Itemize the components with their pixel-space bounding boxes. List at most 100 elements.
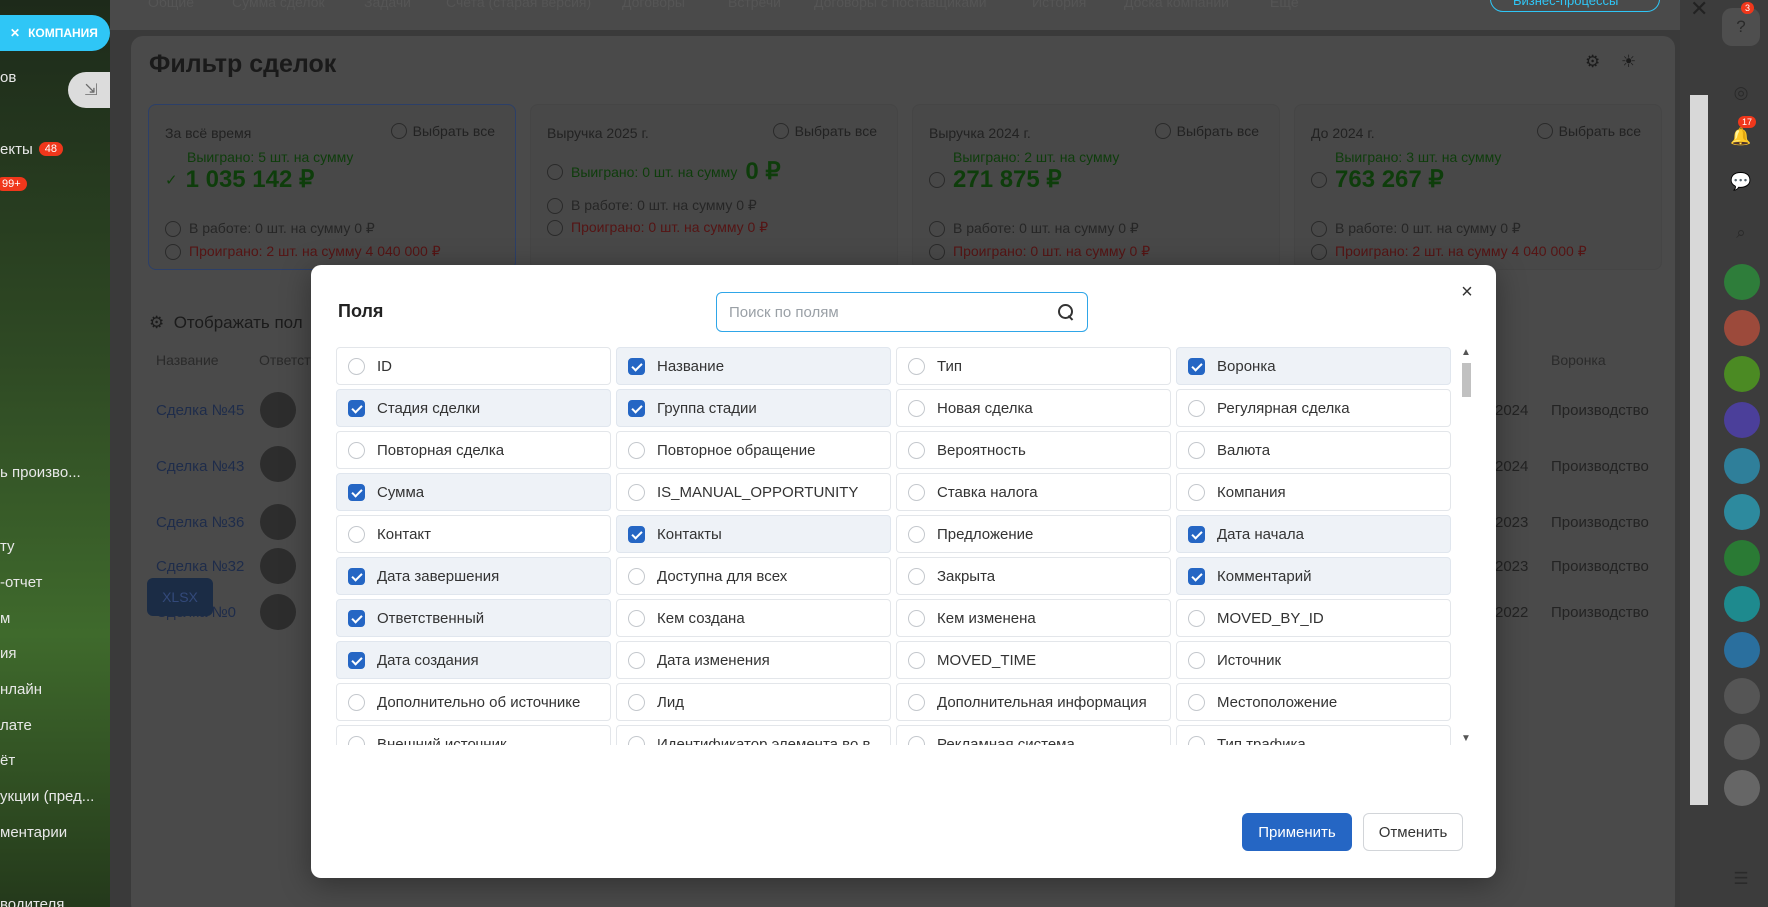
tab[interactable]: Доска компании <box>1124 0 1229 10</box>
stream-icon[interactable]: ◎ <box>1722 74 1760 112</box>
field-search[interactable] <box>716 292 1088 332</box>
menu-item[interactable]: ь произво... <box>0 464 81 481</box>
stat-card[interactable]: Выручка 2025 г. Выбрать все Выиграно: 0 … <box>530 104 898 270</box>
checkbox-icon[interactable] <box>908 483 925 501</box>
tab[interactable]: Сумма сделок <box>232 0 325 10</box>
checkbox-icon[interactable] <box>908 357 925 375</box>
checkbox-checked-icon[interactable] <box>348 609 365 627</box>
in-work-row[interactable]: В работе: 0 шт. на сумму 0 ₽ <box>165 220 375 237</box>
close-icon[interactable]: ✕ <box>10 26 20 40</box>
close-slider-icon[interactable]: ✕ <box>1690 0 1708 22</box>
cancel-button[interactable]: Отменить <box>1363 813 1463 851</box>
field-option[interactable]: Повторная сделка <box>336 431 611 469</box>
checkbox-icon[interactable] <box>628 609 645 627</box>
checkbox-icon[interactable] <box>1188 609 1205 627</box>
lost-row[interactable]: Проиграно: 0 шт. на сумму 0 ₽ <box>929 243 1150 260</box>
checkbox-icon[interactable] <box>1188 651 1205 669</box>
menu-icon[interactable]: ☰ <box>1722 860 1760 898</box>
field-option[interactable]: Рекламная система <box>896 725 1171 745</box>
checkbox-checked-icon[interactable] <box>1188 567 1205 585</box>
menu-item[interactable]: водителя <box>0 896 64 907</box>
menu-item[interactable]: лате <box>0 717 32 734</box>
field-option[interactable]: Валюта <box>1176 431 1451 469</box>
stat-card[interactable]: До 2024 г. Выбрать все Выиграно: 3 шт. н… <box>1294 104 1662 270</box>
field-option[interactable]: Закрыта <box>896 557 1171 595</box>
search-icon[interactable] <box>1057 303 1075 321</box>
apply-button[interactable]: Применить <box>1242 813 1352 851</box>
menu-item[interactable]: 99+ <box>0 176 27 193</box>
checkbox-icon[interactable] <box>908 651 925 669</box>
field-option[interactable]: Ставка налога <box>896 473 1171 511</box>
avatar[interactable] <box>1724 494 1760 530</box>
search-icon[interactable]: ⌕ <box>1722 214 1760 252</box>
search-input[interactable] <box>729 303 1057 321</box>
menu-item[interactable]: екты 48 <box>0 141 63 158</box>
field-option[interactable]: Тип трафика <box>1176 725 1451 745</box>
in-work-row[interactable]: В работе: 0 шт. на сумму 0 ₽ <box>929 220 1139 237</box>
export-xlsx-button[interactable]: XLSX <box>147 578 213 616</box>
checkbox-checked-icon[interactable] <box>628 525 645 543</box>
select-all[interactable]: Выбрать все <box>772 123 877 139</box>
avatar[interactable] <box>1724 310 1760 346</box>
avatar[interactable] <box>260 594 296 630</box>
in-work-row[interactable]: В работе: 0 шт. на сумму 0 ₽ <box>1311 220 1521 237</box>
stat-card[interactable]: Выручка 2024 г. Выбрать все Выиграно: 2 … <box>912 104 1280 270</box>
field-option[interactable]: Местоположение <box>1176 683 1451 721</box>
menu-item[interactable]: -отчет <box>0 574 42 591</box>
tab[interactable]: Задачи <box>364 0 411 10</box>
field-option[interactable]: Дополнительная информация <box>896 683 1171 721</box>
field-option[interactable]: Дата создания <box>336 641 611 679</box>
help-icon[interactable]: ? 3 <box>1722 2 1760 46</box>
check-circle-icon[interactable]: ✓ <box>165 171 178 189</box>
tab[interactable]: Встречи <box>728 0 781 10</box>
avatar[interactable] <box>1724 356 1760 392</box>
field-option[interactable]: Новая сделка <box>896 389 1171 427</box>
field-option[interactable]: Контакты <box>616 515 891 553</box>
checkbox-icon[interactable] <box>1188 735 1205 745</box>
tab[interactable]: Договоры <box>622 0 685 10</box>
radio-icon[interactable] <box>1311 220 1327 237</box>
avatar[interactable] <box>1724 678 1760 714</box>
checkbox-checked-icon[interactable] <box>628 357 645 375</box>
menu-item[interactable]: ов <box>0 69 16 86</box>
checkbox-icon[interactable] <box>908 525 925 543</box>
tab[interactable]: История <box>1032 0 1086 10</box>
tab[interactable]: Общие <box>148 0 194 10</box>
checkbox-icon[interactable] <box>908 609 925 627</box>
radio-icon[interactable] <box>165 243 181 260</box>
radio-icon[interactable] <box>929 171 945 188</box>
field-option[interactable]: Идентификатор элемента во вн... <box>616 725 891 745</box>
page-scrollbar[interactable] <box>1690 95 1708 805</box>
checkbox-icon[interactable] <box>628 735 645 745</box>
checkbox-icon[interactable] <box>1188 693 1205 711</box>
checkbox-checked-icon[interactable] <box>348 651 365 669</box>
avatar[interactable] <box>1724 586 1760 622</box>
checkbox-icon[interactable] <box>348 693 365 711</box>
field-option[interactable]: ID <box>336 347 611 385</box>
field-option[interactable]: Регулярная сделка <box>1176 389 1451 427</box>
scroll-thumb[interactable] <box>1462 363 1471 397</box>
avatar[interactable] <box>1724 724 1760 760</box>
menu-item[interactable]: нлайн <box>0 681 42 698</box>
checkbox-icon[interactable] <box>908 567 925 585</box>
field-option[interactable]: Контакт <box>336 515 611 553</box>
field-option[interactable]: Дата завершения <box>336 557 611 595</box>
column-header-funnel[interactable]: Воронка <box>1551 352 1606 368</box>
radio-icon[interactable] <box>547 163 563 180</box>
field-option[interactable]: Дата изменения <box>616 641 891 679</box>
radio-icon[interactable] <box>1311 243 1327 260</box>
checkbox-checked-icon[interactable] <box>348 399 365 417</box>
checkbox-checked-icon[interactable] <box>1188 357 1205 375</box>
field-option[interactable]: Предложение <box>896 515 1171 553</box>
radio-icon[interactable] <box>547 219 563 236</box>
field-option[interactable]: Комментарий <box>1176 557 1451 595</box>
field-option[interactable]: Кем создана <box>616 599 891 637</box>
radio-icon[interactable] <box>772 123 789 139</box>
avatar[interactable] <box>1724 770 1760 806</box>
radio-icon[interactable] <box>547 197 563 214</box>
field-option[interactable]: Дата начала <box>1176 515 1451 553</box>
checkbox-icon[interactable] <box>1188 399 1205 417</box>
close-icon[interactable]: × <box>1456 281 1478 303</box>
field-option[interactable]: MOVED_BY_ID <box>1176 599 1451 637</box>
select-all[interactable]: Выбрать все <box>390 123 495 139</box>
